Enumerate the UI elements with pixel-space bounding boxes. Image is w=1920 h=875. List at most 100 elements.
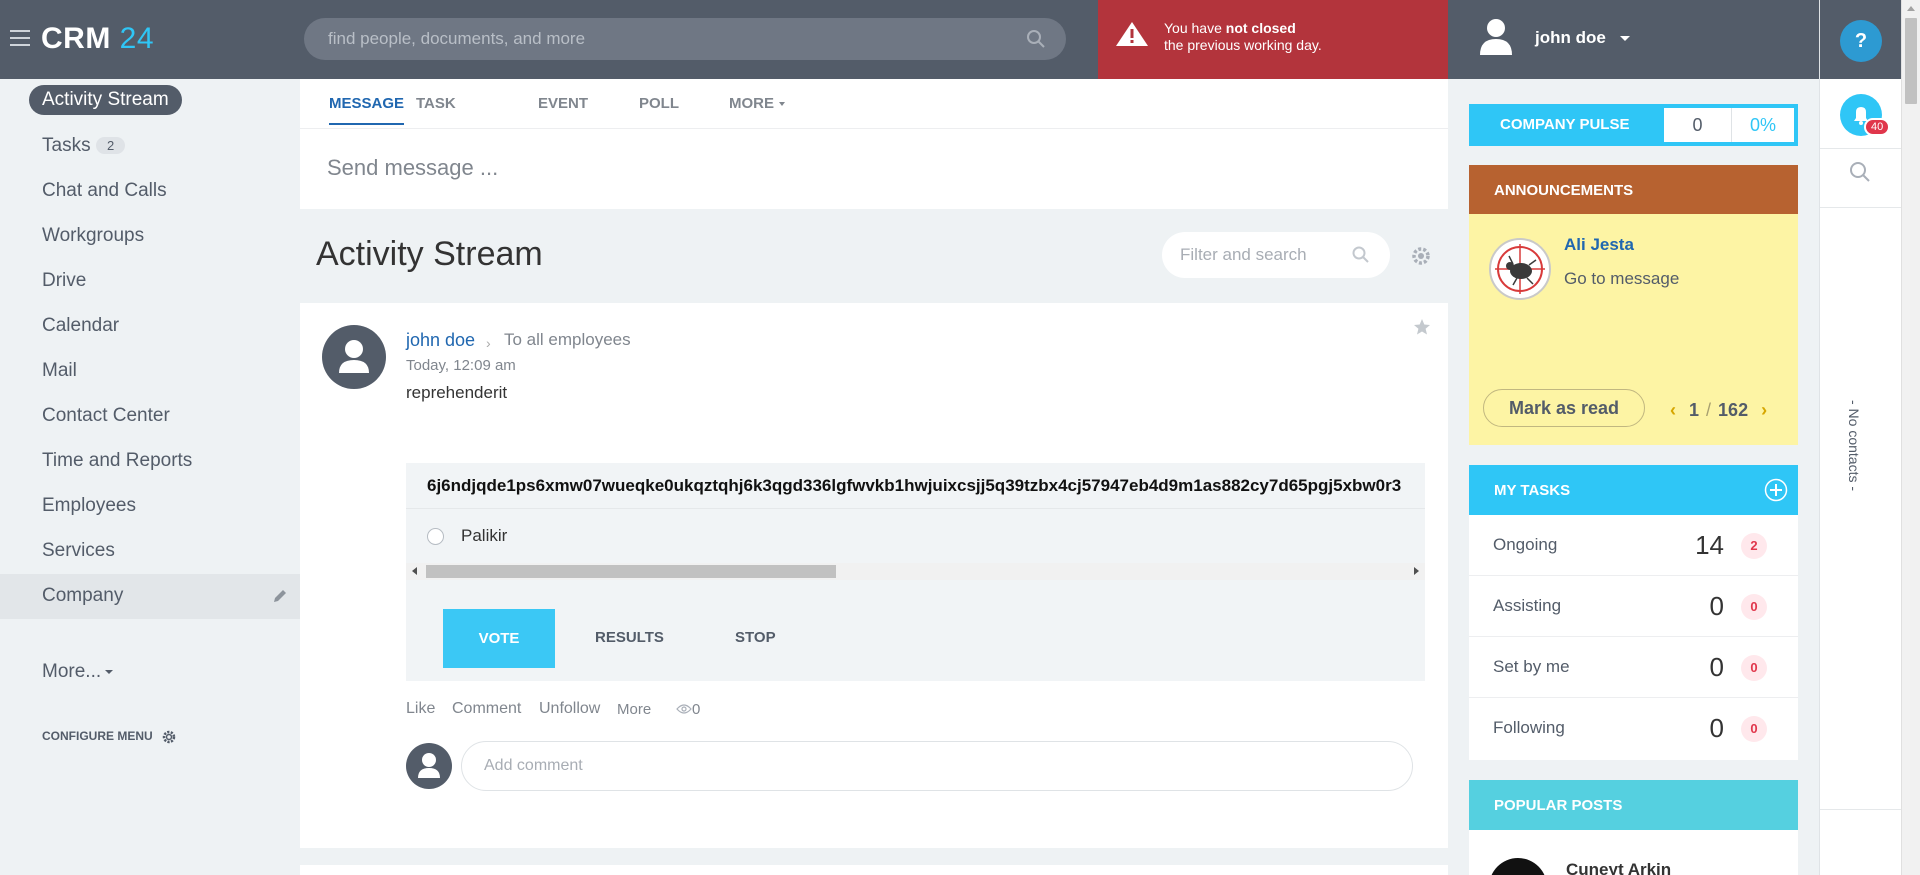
post-author[interactable]: john doe	[406, 330, 475, 351]
scrollbar-thumb[interactable]	[1905, 18, 1917, 104]
post-time[interactable]: Today, 12:09 am	[406, 357, 516, 374]
global-search-input[interactable]	[328, 18, 1008, 60]
nav-item-company[interactable]: Company	[0, 574, 300, 619]
post-destination[interactable]: To all employees	[504, 330, 631, 350]
scroll-up-icon[interactable]	[1907, 6, 1915, 11]
avatar[interactable]	[1489, 858, 1547, 875]
top-header: CRM 24 You have not closed the previous …	[0, 0, 1819, 79]
avatar[interactable]	[1489, 238, 1551, 300]
nav-item-activity-stream[interactable]: Activity Stream	[0, 79, 300, 124]
nav-item-label: Drive	[42, 270, 87, 291]
nav-item-time-reports[interactable]: Time and Reports	[0, 439, 300, 484]
comment-button[interactable]: Comment	[452, 700, 521, 718]
configure-menu-button[interactable]: CONFIGURE MENU	[42, 729, 177, 745]
tab-message[interactable]: MESSAGE	[329, 95, 405, 125]
chevron-right-icon: ›	[486, 335, 491, 351]
nav-item-tasks[interactable]: Tasks 2	[0, 124, 300, 169]
nav-item-services[interactable]: Services	[0, 529, 300, 574]
task-row-following[interactable]: Following 0 0	[1469, 698, 1798, 759]
no-contacts-label: - No contacts -	[1846, 400, 1862, 492]
views-count: 0	[692, 701, 701, 718]
search-icon[interactable]	[1026, 29, 1046, 49]
scroll-right-icon[interactable]	[1414, 567, 1419, 575]
filter-search-input[interactable]	[1180, 232, 1350, 278]
more-menu-button[interactable]: More...	[42, 661, 114, 683]
my-tasks-widget: MY TASKS Ongoing 14 2 Assisting 0 0 Set …	[1469, 465, 1798, 760]
menu-icon[interactable]	[10, 30, 30, 46]
poll: 6j6ndjqde1ps6xmw07wueqke0ukqztqhj6k3qgd3…	[406, 463, 1425, 681]
tab-poll[interactable]: POLL	[639, 95, 679, 112]
scroll-left-icon[interactable]	[412, 567, 417, 575]
poll-answer[interactable]: Palikir	[406, 509, 1425, 563]
task-row-label: Set by me	[1493, 657, 1570, 676]
notifications-button[interactable]: 40	[1840, 94, 1891, 136]
gear-icon[interactable]	[1410, 245, 1432, 267]
poll-question-text: 6j6ndjqde1ps6xmw07wueqke0ukqztqhj6k3qgd3…	[427, 476, 1402, 495]
page-title: Activity Stream	[316, 235, 543, 273]
poll-horizontal-scrollbar[interactable]	[406, 563, 1425, 580]
nav-item-contact-center[interactable]: Contact Center	[0, 394, 300, 439]
task-row-label: Assisting	[1493, 596, 1562, 615]
page-scrollbar[interactable]	[1901, 0, 1920, 875]
pager-current: 1	[1689, 400, 1700, 420]
company-pulse-widget[interactable]: COMPANY PULSE 0 0%	[1469, 104, 1798, 146]
vote-button[interactable]: VOTE	[443, 609, 555, 668]
nav-item-chat-calls[interactable]: Chat and Calls	[0, 169, 300, 214]
add-task-icon[interactable]	[1764, 478, 1788, 502]
user-menu[interactable]: john doe	[1448, 0, 1819, 79]
chevron-right-icon[interactable]: ›	[1761, 400, 1767, 420]
task-row-assisting[interactable]: Assisting 0 0	[1469, 576, 1798, 637]
chevron-left-icon[interactable]: ‹	[1670, 400, 1676, 420]
left-menu: Activity Stream Tasks 2 Chat and Calls W…	[0, 79, 300, 875]
nav-item-mail[interactable]: Mail	[0, 349, 300, 394]
scrollbar-thumb[interactable]	[426, 565, 836, 578]
tab-task[interactable]: TASK	[416, 95, 456, 112]
help-button[interactable]: ?	[1840, 20, 1882, 62]
eye-icon	[676, 704, 692, 714]
popular-posts-header: POPULAR POSTS	[1469, 780, 1798, 830]
task-row-badge: 0	[1741, 716, 1767, 742]
post-composer: MESSAGE TASK EVENT POLL MORE Send messag…	[300, 79, 1448, 209]
mark-as-read-button[interactable]: Mark as read	[1483, 389, 1645, 427]
task-row-badge: 2	[1741, 533, 1767, 559]
poll-answer-radio[interactable]	[427, 528, 444, 545]
more-actions-button[interactable]: More	[617, 701, 651, 718]
popular-posts-widget: POPULAR POSTS Cuneyt Arkin	[1469, 780, 1798, 875]
popular-post-author[interactable]: Cuneyt Arkin	[1566, 860, 1671, 875]
send-message-input[interactable]: Send message ...	[327, 155, 498, 181]
nav-item-calendar[interactable]: Calendar	[0, 304, 300, 349]
configure-label: CONFIGURE MENU	[42, 729, 153, 744]
tab-more[interactable]: MORE	[729, 95, 785, 112]
star-icon[interactable]	[1413, 318, 1431, 336]
search-icon[interactable]	[1848, 160, 1872, 184]
announcement-author[interactable]: Ali Jesta	[1564, 235, 1634, 255]
pencil-icon[interactable]	[272, 588, 288, 604]
avatar[interactable]	[322, 325, 386, 389]
add-comment-input[interactable]	[484, 742, 1384, 790]
global-search	[304, 18, 1066, 60]
task-row-ongoing[interactable]: Ongoing 14 2	[1469, 515, 1798, 576]
like-button[interactable]: Like	[406, 700, 435, 718]
nav-item-workgroups[interactable]: Workgroups	[0, 214, 300, 259]
nav-item-drive[interactable]: Drive	[0, 259, 300, 304]
nav-item-label: Calendar	[42, 315, 120, 336]
stop-button[interactable]: STOP	[735, 629, 776, 646]
task-row-set-by-me[interactable]: Set by me 0 0	[1469, 637, 1798, 698]
results-button[interactable]: RESULTS	[595, 629, 664, 646]
next-post	[300, 865, 1448, 875]
notification-count: 40	[1864, 118, 1891, 136]
alert-text: You have not closed the previous working…	[1164, 20, 1322, 53]
unfollow-button[interactable]: Unfollow	[539, 700, 600, 718]
chevron-down-icon	[779, 102, 785, 107]
logo-number: 24	[119, 22, 155, 55]
logo[interactable]: CRM 24	[41, 22, 154, 56]
chevron-down-icon	[1620, 36, 1630, 41]
avatar	[406, 743, 452, 789]
workday-alert[interactable]: You have not closed the previous working…	[1098, 0, 1448, 79]
announcement-pager: ‹ 1/162 ›	[1670, 400, 1768, 420]
tab-event[interactable]: EVENT	[538, 95, 588, 112]
nav-item-employees[interactable]: Employees	[0, 484, 300, 529]
nav-item-label: Workgroups	[42, 225, 145, 246]
go-to-message-link[interactable]: Go to message	[1564, 269, 1679, 289]
search-icon[interactable]	[1352, 246, 1370, 264]
